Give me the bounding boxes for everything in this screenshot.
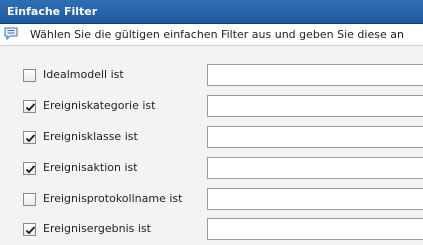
info-bar: Wählen Sie die gültigen einfachen Filter… (0, 24, 423, 46)
filter-input-ereignisergebnis[interactable] (207, 218, 423, 240)
filter-label: Ereignisprotokollname ist (43, 192, 183, 205)
filter-checkbox[interactable] (23, 193, 36, 206)
filter-checkbox[interactable] (23, 162, 36, 175)
filter-label: Ereignisklasse ist (43, 130, 138, 143)
filter-label: Ereigniskategorie ist (43, 99, 156, 112)
panel-title: Einfache Filter (7, 5, 98, 18)
filter-checkbox[interactable] (23, 131, 36, 144)
checkmark-icon (25, 134, 36, 143)
filter-checkbox[interactable] (23, 69, 36, 82)
info-speech-icon (4, 27, 18, 41)
checkmark-icon (25, 103, 36, 112)
filter-row-ereignisergebnis: Ereignisergebnis ist (0, 217, 423, 245)
filter-input-ereignisaktion[interactable] (207, 157, 423, 179)
filter-input-idealmodell[interactable] (207, 64, 423, 86)
filter-label: Idealmodell ist (43, 68, 124, 81)
filter-row-ereignisprotokollname: Ereignisprotokollname ist (0, 187, 423, 215)
filter-input-ereignisklasse[interactable] (207, 126, 423, 148)
checkmark-icon (25, 165, 36, 174)
filter-row-ereigniskategorie: Ereigniskategorie ist (0, 94, 423, 122)
filter-label: Ereignisaktion ist (43, 161, 138, 174)
filter-row-ereignisaktion: Ereignisaktion ist (0, 156, 423, 184)
filter-input-ereignisprotokollname[interactable] (207, 188, 423, 210)
info-text: Wählen Sie die gültigen einfachen Filter… (30, 28, 404, 41)
filter-input-ereigniskategorie[interactable] (207, 95, 423, 117)
checkmark-icon (25, 226, 36, 235)
filter-row-ereignisklasse: Ereignisklasse ist (0, 125, 423, 153)
filter-row-idealmodell: Idealmodell ist (0, 63, 423, 91)
filter-label: Ereignisergebnis ist (43, 222, 151, 235)
filter-checkbox[interactable] (23, 100, 36, 113)
panel-title-bar: Einfache Filter (0, 0, 423, 24)
filter-checkbox[interactable] (23, 223, 36, 236)
